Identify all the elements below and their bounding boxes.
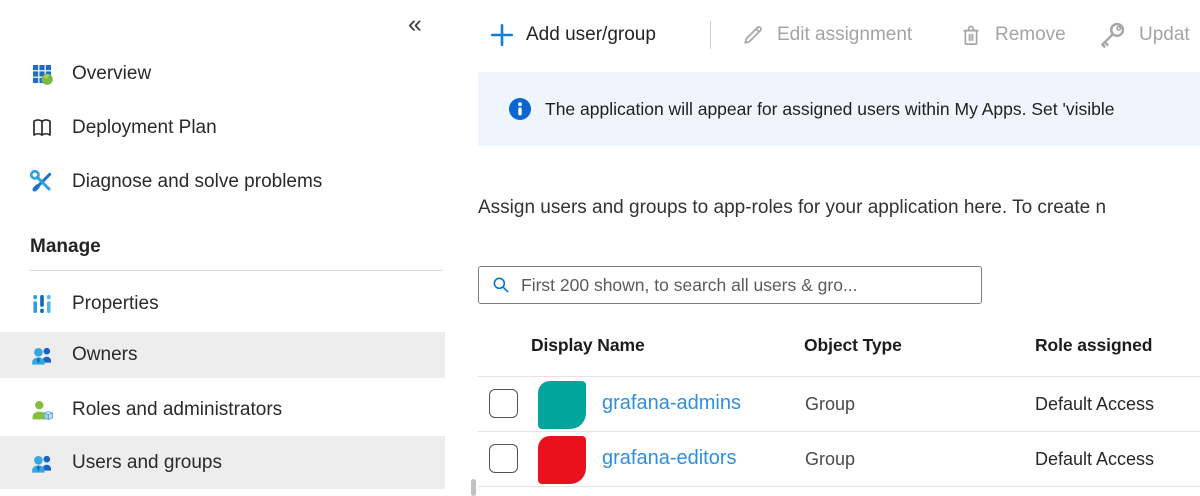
sidebar-item-label: Users and groups — [72, 452, 222, 474]
grid-globe-icon — [30, 62, 54, 86]
sidebar-item-label: Deployment Plan — [72, 117, 217, 139]
person-cube-icon — [30, 398, 54, 422]
role-assigned-cell: Default Access — [1035, 449, 1154, 470]
add-user-group-button[interactable]: Add user/group — [489, 20, 656, 50]
book-icon — [30, 116, 54, 140]
people-icon — [30, 451, 54, 475]
object-type-cell: Group — [805, 394, 855, 415]
row-checkbox[interactable] — [489, 444, 518, 473]
group-avatar — [538, 436, 586, 484]
toolbar-separator — [710, 21, 711, 49]
row-checkbox[interactable] — [489, 389, 518, 418]
remove-label: Remove — [995, 24, 1066, 46]
users-and-groups-page: « Overview Deployment Plan — [0, 0, 1200, 496]
sidebar-divider — [30, 270, 442, 271]
sidebar-section-manage: Manage — [30, 236, 101, 258]
tools-icon — [30, 170, 54, 194]
row-divider — [478, 376, 1200, 377]
plus-icon — [489, 22, 515, 48]
trash-icon — [958, 22, 984, 48]
search-input[interactable] — [478, 266, 982, 304]
sidebar-item-diagnose[interactable]: Diagnose and solve problems — [0, 159, 445, 205]
group-name-link[interactable]: grafana-editors — [602, 447, 737, 470]
sidebar-collapse-icon[interactable]: « — [408, 12, 422, 37]
page-description: Assign users and groups to app-roles for… — [478, 197, 1200, 219]
column-header-object-type[interactable]: Object Type — [804, 335, 902, 356]
people-icon — [30, 343, 54, 367]
sidebar-item-properties[interactable]: Properties — [0, 281, 445, 327]
key-icon — [1096, 19, 1128, 51]
sidebar-item-label: Properties — [72, 293, 159, 315]
update-credentials-label: Updat — [1139, 24, 1190, 46]
info-icon — [508, 97, 532, 121]
pencil-icon — [740, 22, 766, 48]
sidebar-item-deployment-plan[interactable]: Deployment Plan — [0, 105, 445, 151]
group-name-link[interactable]: grafana-admins — [602, 392, 741, 415]
row-divider — [478, 486, 1200, 487]
search-box — [478, 266, 982, 304]
object-type-cell: Group — [805, 449, 855, 470]
column-header-display-name[interactable]: Display Name — [531, 335, 645, 356]
sidebar-item-roles-administrators[interactable]: Roles and administrators — [0, 387, 445, 433]
info-banner: The application will appear for assigned… — [478, 72, 1200, 146]
sidebar-scrollbar-thumb[interactable] — [471, 479, 476, 496]
edit-assignment-button[interactable]: Edit assignment — [740, 20, 912, 50]
sidebar-item-owners[interactable]: Owners — [0, 332, 445, 378]
info-banner-text: The application will appear for assigned… — [545, 99, 1195, 120]
sidebar-item-label: Diagnose and solve problems — [72, 171, 322, 193]
role-assigned-cell: Default Access — [1035, 394, 1154, 415]
bars-icon — [30, 292, 54, 316]
sidebar-item-users-and-groups[interactable]: Users and groups — [0, 436, 445, 489]
sidebar-item-overview[interactable]: Overview — [0, 51, 445, 97]
sidebar-item-label: Roles and administrators — [72, 399, 282, 421]
sidebar-item-label: Owners — [72, 344, 137, 366]
update-credentials-button[interactable]: Updat — [1096, 20, 1190, 50]
column-header-role-assigned[interactable]: Role assigned — [1035, 335, 1152, 356]
group-avatar — [538, 381, 586, 429]
remove-button[interactable]: Remove — [958, 20, 1066, 50]
row-divider — [478, 431, 1200, 432]
edit-assignment-label: Edit assignment — [777, 24, 912, 46]
add-user-group-label: Add user/group — [526, 24, 656, 46]
sidebar-item-label: Overview — [72, 63, 151, 85]
